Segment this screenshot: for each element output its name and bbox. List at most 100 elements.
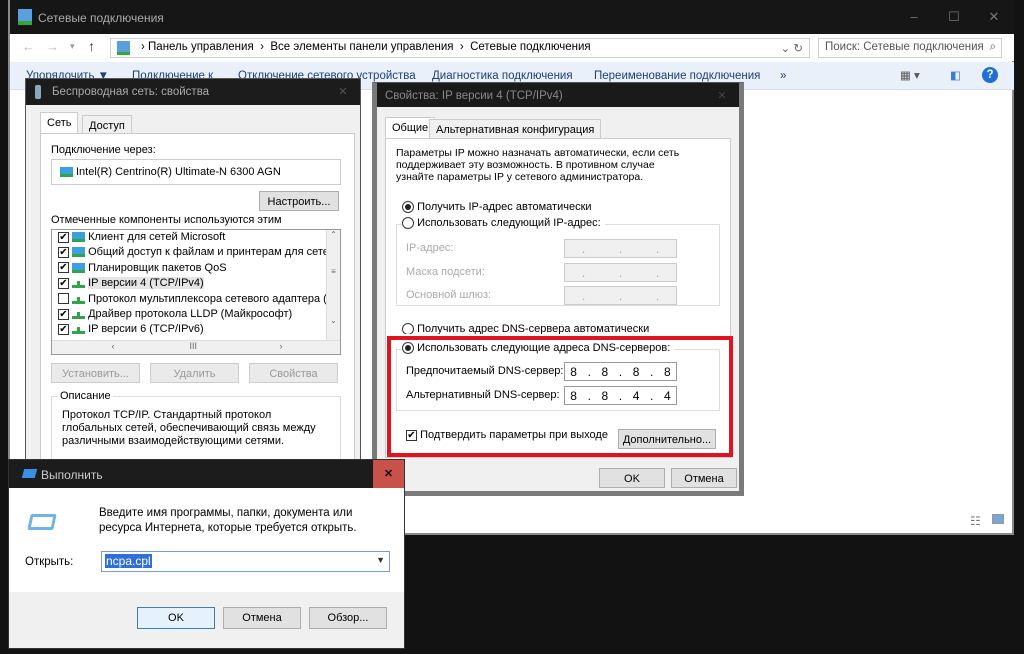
auto-dns-radio[interactable]: Получить адрес DNS-сервера автоматически [402,323,649,334]
checkbox-checked[interactable]: ✔ [58,231,69,243]
up-arrow-icon[interactable]: ↑ [88,38,95,54]
ok-button[interactable]: OK [137,607,215,629]
protocol-icon [72,309,86,320]
open-label: Открыть: [25,556,74,568]
tab-alternate-config[interactable]: Альтернативная конфигурация [429,119,602,139]
component-label: Общий доступ к файлам и принтерам для се… [88,246,341,259]
preview-pane-icon[interactable]: ◧ [950,68,961,82]
radio-unchecked-icon [402,217,414,230]
uninstall-button[interactable]: Удалить [150,363,239,383]
component-list-item[interactable]: ✔ IP версии 4 (TCP/IPv4) [52,276,322,291]
explorer-title-bar: Сетевые подключения – ☐ ✕ [10,0,1014,34]
checkbox-checked[interactable]: ✔ [58,262,69,274]
forward-icon[interactable]: → [46,39,59,54]
component-list-item[interactable]: ✔ Драйвер протокола LLDP (Майкрософт) [52,307,322,322]
network-tab-panel: Подключение через: Intel(R) Centrino(R) … [40,133,355,469]
breadcrumb[interactable]: › Панель управления › Все элементы панел… [110,38,810,58]
radio-checked-icon [402,201,414,214]
large-icons-view-icon[interactable] [992,514,1004,524]
close-button[interactable]: ✕ [974,4,1014,30]
description-group: Описание Протокол TCP/IP. Стандартный пр… [51,390,341,462]
auto-ip-label: Получить IP-адрес автоматически [417,201,592,213]
chevron-down-icon[interactable]: ▾ [70,41,75,52]
dialog-title: Свойства: IP версии 4 (TCP/IPv4) [385,90,563,102]
close-button[interactable]: ✕ [326,79,360,105]
open-combobox[interactable]: ncpa.cpl ▼ [101,551,390,572]
component-list-item[interactable]: ✔ Общий доступ к файлам и принтерам для … [52,245,340,260]
network-client-icon [72,247,86,258]
component-list-item[interactable]: ✔ Клиент для сетей Microsoft [52,230,322,245]
wireless-adapter-icon [35,85,41,99]
breadcrumb-item[interactable]: Все элементы панели управления [270,41,453,53]
tab-general[interactable]: Общие [385,117,436,139]
tab-sharing[interactable]: Доступ [82,115,132,135]
view-options-icon[interactable]: ▦ ▾ [900,68,920,82]
auto-ip-radio[interactable]: Получить IP-адрес автоматически [402,201,592,214]
configure-button[interactable]: Настроить... [259,191,339,211]
search-input[interactable]: Поиск: Сетевые подключения ⌕ [818,38,1002,58]
details-view-icon[interactable]: ☷ [970,514,981,528]
properties-button[interactable]: Свойства [249,363,338,383]
component-list-item[interactable]: ✔ IP версии 6 (TCP/IPv6) [52,322,322,337]
back-icon[interactable]: ← [22,39,35,54]
subnet-mask-label: Маска подсети: [406,266,485,278]
run-body: Введите имя программы, папки, документа … [9,488,404,592]
rename-button[interactable]: Переименование подключения [594,70,760,82]
connect-via-label: Подключение через: [51,144,156,156]
search-icon: ⌕ [989,41,996,53]
close-button[interactable]: ✕ [373,460,404,488]
maximize-button[interactable]: ☐ [934,4,974,30]
ipv4-properties-dialog: Свойства: IP версии 4 (TCP/IPv4) ✕ Общие… [372,82,744,496]
close-button[interactable]: ✕ [705,83,739,107]
tab-network[interactable]: Сеть [40,112,79,134]
subnet-mask-input[interactable]: ... [564,263,677,282]
network-client-icon [72,232,86,243]
breadcrumb-item[interactable]: Сетевые подключения [470,41,591,53]
checkbox-unchecked[interactable] [58,293,69,305]
manual-ip-label: Использовать следующий IP-адрес: [417,217,601,229]
breadcrumb-item[interactable]: Панель управления [148,41,254,53]
diagnose-button[interactable]: Диагностика подключения [432,70,573,82]
network-folder-icon [18,9,32,25]
ip-address-label: IP-адрес: [406,242,454,254]
checkbox-checked[interactable]: ✔ [58,308,69,320]
install-button[interactable]: Установить... [51,363,140,383]
intro-text: Параметры IP можно назначать автоматичес… [396,147,680,183]
cancel-button[interactable]: Отмена [223,607,301,629]
horizontal-scrollbar[interactable]: ‹ III › [52,340,340,354]
run-prompt: Введите имя программы, папки, документа … [99,507,357,534]
adapter-name: Intel(R) Centrino(R) Ultimate-N 6300 AGN [76,166,281,178]
more-commands-button[interactable]: » [780,70,786,82]
dns-highlight-frame [387,336,733,457]
auto-dns-label: Получить адрес DNS-сервера автоматически [417,323,650,334]
component-label: Протокол мультиплексора сетевого адаптер… [88,292,341,305]
dialog-title-bar: Беспроводная сеть: свойства [26,79,360,105]
vertical-scrollbar[interactable]: ⌃ ≡ ⌄ [326,230,340,340]
minimize-button[interactable]: – [894,4,934,30]
chevron-down-icon[interactable]: ▼ [376,555,385,565]
gateway-input[interactable]: ... [564,286,677,305]
checkbox-checked[interactable]: ✔ [58,277,69,289]
wireless-properties-dialog: Беспроводная сеть: свойства ✕ Сеть Досту… [25,78,361,469]
ip-address-input[interactable]: ... [564,239,677,258]
checkbox-checked[interactable]: ✔ [58,246,69,258]
help-icon[interactable]: ? [982,67,998,83]
components-list[interactable]: ✔ Клиент для сетей Microsoft ✔ Общий дост… [51,229,341,355]
dialog-title: Беспроводная сеть: свойства [52,86,210,98]
protocol-icon [72,294,86,304]
adapter-field: Intel(R) Centrino(R) Ultimate-N 6300 AGN [51,159,341,185]
browse-button[interactable]: Обзор... [309,607,387,629]
component-label: Клиент для сетей Microsoft [88,231,226,243]
dialog-title-bar: Свойства: IP версии 4 (TCP/IPv4) [377,83,739,107]
component-list-item[interactable]: Протокол мультиплексора сетевого адаптер… [52,292,340,307]
component-label: Драйвер протокола LLDP (Майкрософт) [88,307,293,320]
protocol-icon [72,324,86,335]
refresh-icon[interactable]: ⌄ ↻ [781,41,803,55]
cancel-button[interactable]: Отмена [671,468,737,488]
component-list-item[interactable]: ✔ Планировщик пакетов QoS [52,261,322,276]
open-input-value[interactable]: ncpa.cpl [105,554,152,568]
ok-button[interactable]: OK [599,468,665,488]
checkbox-checked[interactable]: ✔ [58,323,69,335]
manual-ip-radio[interactable]: Использовать следующий IP-адрес: [402,217,605,230]
search-placeholder: Поиск: Сетевые подключения [825,41,984,53]
